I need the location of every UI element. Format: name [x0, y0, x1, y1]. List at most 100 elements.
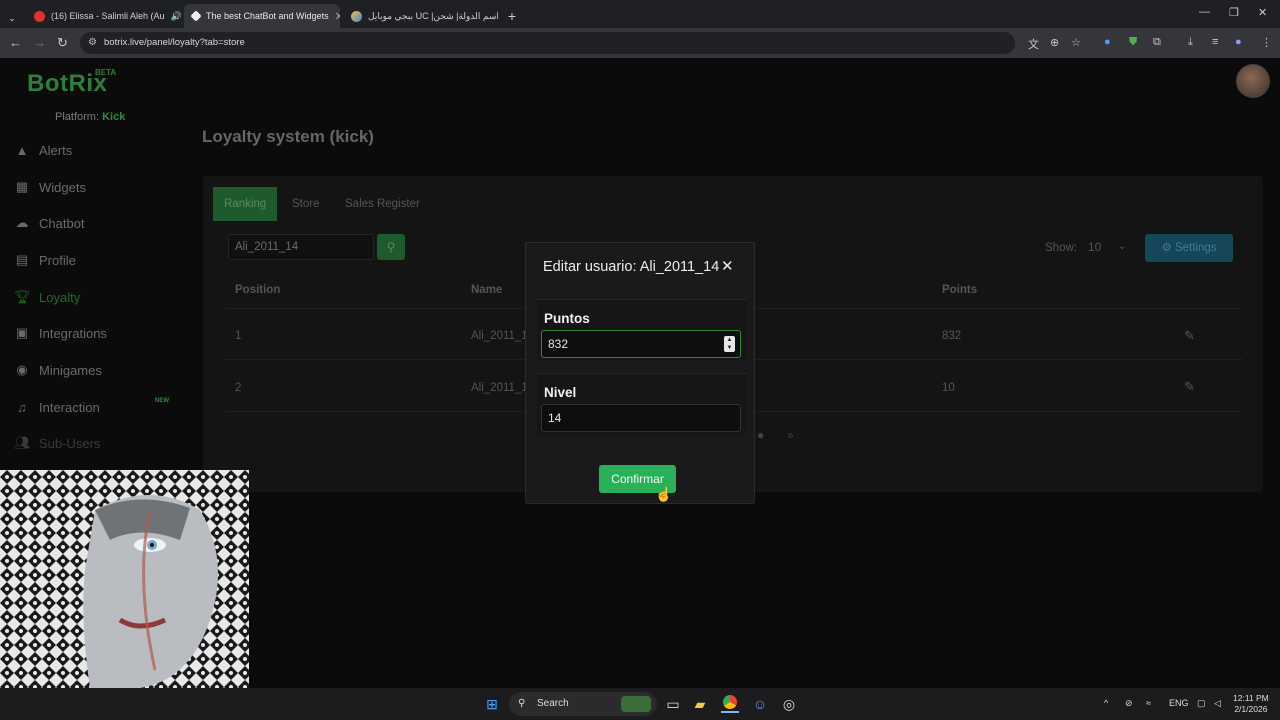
- language-indicator[interactable]: ENG: [1169, 698, 1189, 708]
- tray-wifi-icon[interactable]: ≈: [1146, 698, 1151, 708]
- tab-ranking[interactable]: Ranking: [213, 187, 278, 221]
- gamepad-icon: ◉: [16, 362, 28, 377]
- sidebar-item-label: Profile: [39, 252, 76, 268]
- browser-tab-pubg[interactable]: ببجي موبايل UC |اسم الدولة| شحن ✕: [343, 4, 498, 28]
- browser-toolbar: ← → ↻ ⚙ botrix.live/panel/loyalty?tab=st…: [0, 28, 1280, 58]
- platform-indicator: Platform: Kick: [55, 111, 125, 123]
- sidebar-item-alerts[interactable]: ▲ Alerts: [14, 139, 73, 161]
- sidebar-item-label: Minigames: [39, 362, 102, 378]
- column-header-name[interactable]: Name: [471, 284, 502, 296]
- sidebar-item-widgets[interactable]: ▦ Widgets: [14, 176, 86, 198]
- user-avatar[interactable]: [1236, 64, 1270, 98]
- tab-store[interactable]: Store: [281, 187, 331, 221]
- chevron-down-icon: ⌄: [1118, 241, 1127, 252]
- download-icon[interactable]: ⤓: [1188, 36, 1193, 49]
- settings-button[interactable]: ⚙ Settings: [1145, 234, 1233, 262]
- level-section: Nivel 14: [537, 373, 747, 435]
- back-icon[interactable]: ←: [9, 35, 22, 50]
- edit-user-modal: Editar usuario: Ali_2011_14 ✕ Puntos 832…: [525, 242, 755, 504]
- column-header-points[interactable]: Points: [942, 284, 977, 296]
- botrix-favicon-icon: [190, 10, 202, 22]
- sidebar-item-label: Widgets: [39, 179, 86, 195]
- system-clock[interactable]: 12:11 PM 2/1/2026: [1233, 693, 1269, 715]
- page-size-select[interactable]: 10 ⌄: [1082, 234, 1132, 260]
- reload-icon[interactable]: ↻: [57, 35, 68, 51]
- next-page-button[interactable]: »: [787, 428, 794, 442]
- profile-icon[interactable]: ●: [1235, 36, 1242, 48]
- zoom-icon[interactable]: ⊕: [1050, 36, 1059, 49]
- settings-label: Settings: [1174, 242, 1217, 254]
- taskbar-search[interactable]: ⚲ Search: [509, 692, 657, 716]
- sidebar-item-sub-users[interactable]: 👥︎ Sub-Users: [14, 432, 100, 454]
- close-window-icon[interactable]: ✕: [1258, 6, 1267, 19]
- sidebar-item-loyalty[interactable]: 🏆︎ Loyalty: [14, 286, 80, 308]
- chrome-icon[interactable]: [721, 695, 739, 713]
- points-input[interactable]: 832 ▲ ▼: [541, 330, 741, 358]
- tab-title: The best ChatBot and Widgets: [206, 11, 329, 21]
- minimize-icon[interactable]: —: [1199, 6, 1210, 18]
- sidebar-item-chatbot[interactable]: ☁ Chatbot: [14, 212, 85, 234]
- points-value: 832: [548, 337, 569, 351]
- menu-kebab-icon[interactable]: ⋮: [1261, 36, 1272, 49]
- modal-title: Editar usuario: Ali_2011_14: [543, 259, 720, 275]
- edit-pencil-icon[interactable]: ✎: [1184, 328, 1195, 344]
- forward-icon[interactable]: →: [33, 35, 46, 50]
- sidebar-item-minigames[interactable]: ◉ Minigames: [14, 359, 102, 381]
- user-search-input[interactable]: Ali_2011_14: [228, 234, 374, 260]
- extension-shield-icon[interactable]: ⛊: [1129, 36, 1137, 49]
- page-title: Loyalty system (kick): [202, 127, 374, 146]
- restore-icon[interactable]: ❐: [1229, 6, 1239, 19]
- page-indicator-icon[interactable]: ●: [757, 428, 764, 442]
- tray-display-icon[interactable]: ▢: [1197, 698, 1206, 709]
- page-size-value: 10: [1088, 240, 1102, 254]
- level-input[interactable]: 14: [541, 404, 741, 432]
- speaker-icon[interactable]: 🔊: [171, 11, 181, 22]
- address-bar[interactable]: ⚙ botrix.live/panel/loyalty?tab=store: [80, 32, 1015, 54]
- bookmark-star-icon[interactable]: ☆: [1071, 36, 1081, 49]
- extensions-puzzle-icon[interactable]: ⧉: [1153, 36, 1161, 49]
- portrait-image: [0, 470, 249, 688]
- new-tab-button[interactable]: +: [502, 4, 522, 28]
- number-spinner-icon[interactable]: ▲ ▼: [724, 336, 735, 352]
- sidebar-item-integrations[interactable]: ▣ Integrations: [14, 322, 107, 344]
- file-explorer-icon[interactable]: ▰: [691, 695, 709, 713]
- points-section: Puntos 832 ▲ ▼: [537, 299, 747, 361]
- tray-network-off-icon[interactable]: ⊘: [1125, 698, 1133, 709]
- task-view-icon[interactable]: ▭: [664, 695, 682, 713]
- tab-title: ببجي موبايل UC |اسم الدولة| شحن: [368, 10, 498, 21]
- translate-icon[interactable]: 文: [1028, 36, 1039, 52]
- windows-start-icon[interactable]: ⊞: [483, 695, 501, 713]
- robot-icon: ☁: [15, 215, 29, 230]
- youtube-icon: [34, 10, 45, 22]
- clock-time: 12:11 PM: [1233, 693, 1269, 703]
- windows-taskbar: ⊞ ⚲ Search ▭ ▰ ☺ ◎ ^ ⊘ ≈ ENG ▢ ◁ 12:11 P…: [0, 688, 1280, 720]
- tray-volume-icon[interactable]: ◁: [1214, 698, 1221, 709]
- sidebar-item-label: Chatbot: [39, 215, 85, 231]
- discord-icon[interactable]: ☺: [751, 695, 769, 713]
- reading-list-icon[interactable]: ≡: [1212, 36, 1218, 48]
- search-highlight-icon: [621, 696, 651, 712]
- row-1-name: Ali_2011_1: [471, 330, 528, 342]
- sidebar-item-profile[interactable]: ▤ Profile: [14, 249, 76, 271]
- app-icon[interactable]: ◎: [780, 695, 798, 713]
- browser-tab-youtube[interactable]: (16) Elissa - Salimli Aleh (Au 🔊 ✕: [26, 4, 181, 28]
- sidebar-item-interaction[interactable]: ♫ Interaction: [14, 396, 100, 418]
- extension-icon[interactable]: ●: [1104, 36, 1111, 48]
- level-value: 14: [548, 411, 562, 425]
- browser-tab-botrix[interactable]: The best ChatBot and Widgets ✕: [184, 4, 340, 28]
- sidebar-item-label: Alerts: [39, 142, 73, 158]
- tray-chevron-icon[interactable]: ^: [1104, 698, 1108, 708]
- close-icon[interactable]: ✕: [721, 257, 734, 275]
- site-info-icon[interactable]: ⚙: [88, 32, 97, 54]
- platform-value: Kick: [102, 111, 126, 123]
- close-tab-icon[interactable]: ✕: [335, 10, 340, 23]
- browser-tab-strip: ⌄ (16) Elissa - Salimli Aleh (Au 🔊 ✕ The…: [0, 0, 1280, 28]
- tab-sales-register[interactable]: Sales Register: [334, 187, 431, 221]
- row-2-name: Ali_2011_1: [471, 382, 528, 394]
- level-label: Nivel: [544, 385, 577, 400]
- edit-pencil-icon[interactable]: ✎: [1184, 379, 1195, 395]
- tab-search-button[interactable]: ⌄: [2, 6, 22, 30]
- column-header-position[interactable]: Position: [235, 284, 280, 296]
- search-button[interactable]: ⚲: [377, 234, 405, 260]
- pubg-favicon-icon: [351, 10, 362, 22]
